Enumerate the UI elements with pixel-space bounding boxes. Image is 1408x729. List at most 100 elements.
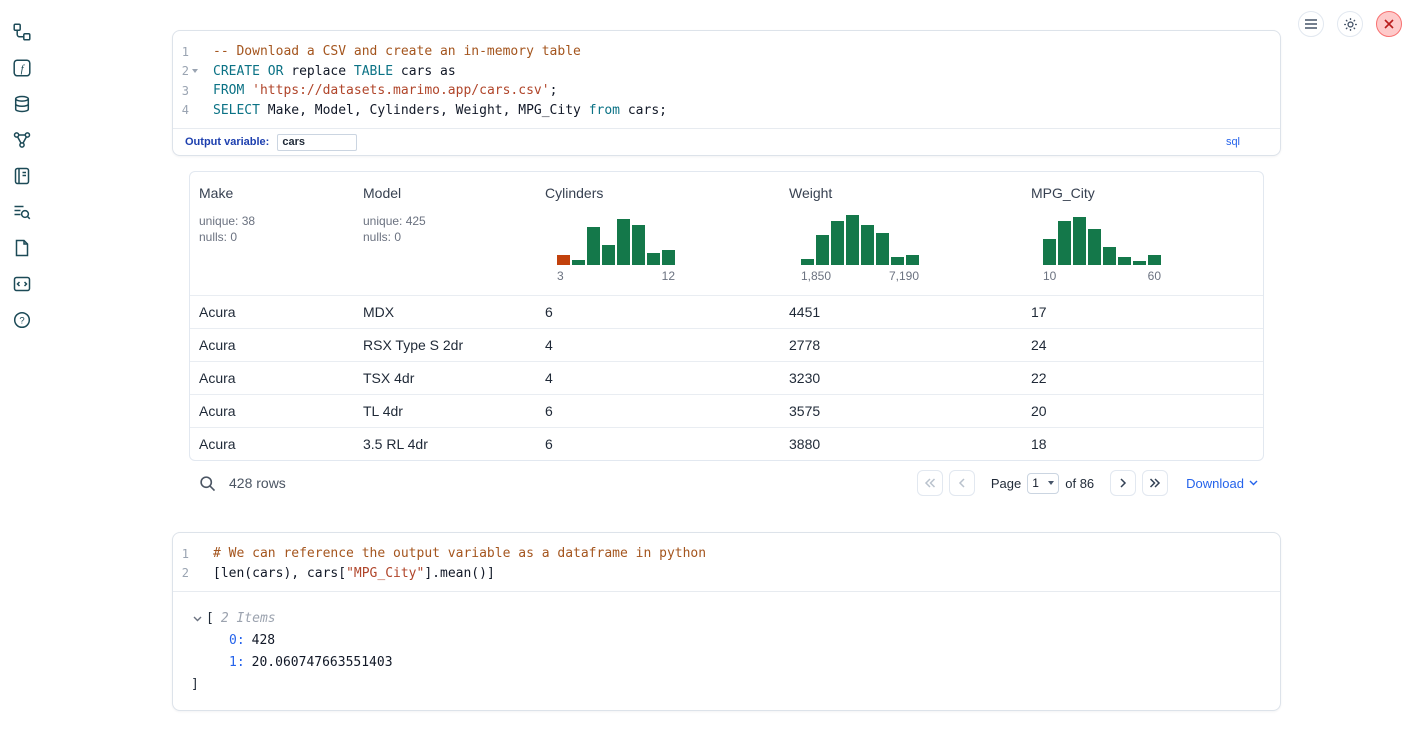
logs-icon[interactable] [12,202,32,222]
table-cell: Acura [190,395,354,427]
items-count: 2 Items [221,608,276,630]
histogram-bar[interactable] [617,219,630,265]
code-line[interactable]: 2CREATE OR replace TABLE cars as [173,62,1280,82]
code-line[interactable]: 3FROM 'https://datasets.marimo.app/cars.… [173,81,1280,101]
tree-entry: 0:428 [173,630,1280,652]
histogram-bar[interactable] [1043,239,1056,265]
column-header-mpg-city[interactable]: MPG_City 10 60 [1022,185,1263,283]
column-name: Cylinders [545,185,780,205]
table-row[interactable]: Acura3.5 RL 4dr6388018 [190,427,1263,460]
data-table: Make unique: 38 nulls: 0 Model unique: 4… [189,171,1264,461]
table-cell: Acura [190,329,354,361]
gear-icon [1343,17,1358,32]
first-page-button[interactable] [917,470,943,496]
sql-output: Make unique: 38 nulls: 0 Model unique: 4… [189,171,1264,505]
code-panel-icon[interactable] [12,274,32,294]
line-number: 3 [173,84,189,98]
output-variable-input[interactable] [277,134,357,151]
file-tree-icon[interactable] [12,22,32,42]
column-header-model[interactable]: Model unique: 425 nulls: 0 [354,185,536,283]
histogram-bar[interactable] [557,255,570,265]
histogram-bar[interactable] [587,227,600,265]
histogram-bar[interactable] [1058,221,1071,265]
histogram-bar[interactable] [876,233,889,265]
code-line[interactable]: 1# We can reference the output variable … [173,544,1280,564]
table-cell: 3.5 RL 4dr [354,428,536,460]
download-button[interactable]: Download [1186,476,1258,491]
documentation-icon[interactable] [12,166,32,186]
download-label: Download [1186,476,1244,491]
page-select[interactable]: 1 [1027,473,1059,494]
code-line[interactable]: 1-- Download a CSV and create an in-memo… [173,42,1280,62]
snippets-icon[interactable] [12,238,32,258]
sql-code-editor[interactable]: 1-- Download a CSV and create an in-memo… [173,31,1280,128]
column-header-make[interactable]: Make unique: 38 nulls: 0 [190,185,354,283]
collapse-toggle[interactable] [193,616,202,622]
histogram-bars [801,213,919,265]
prev-page-button[interactable] [949,470,975,496]
code-line[interactable]: 4SELECT Make, Model, Cylinders, Weight, … [173,101,1280,121]
histogram-bar[interactable] [831,221,844,265]
table-cell: Acura [190,428,354,460]
code-token: ].mean()] [424,566,494,581]
histogram-bar[interactable] [891,257,904,265]
histogram-bar[interactable] [1103,247,1116,265]
histogram-bar[interactable] [816,235,829,265]
table-cell: Acura [190,362,354,394]
histogram-bar[interactable] [1073,217,1086,265]
histogram-bar[interactable] [801,259,814,265]
topbar [1298,11,1402,37]
histogram-bar[interactable] [861,225,874,265]
histogram-bar[interactable] [906,255,919,265]
chevron-right-icon [1119,478,1127,488]
histogram-bar[interactable] [662,250,675,265]
menu-button[interactable] [1298,11,1324,37]
histogram-bar[interactable] [647,253,660,265]
settings-button[interactable] [1337,11,1363,37]
last-page-button[interactable] [1142,470,1168,496]
close-button[interactable] [1376,11,1402,37]
histogram-bar[interactable] [632,225,645,265]
histogram-bar[interactable] [572,260,585,265]
histogram-bar[interactable] [1118,257,1131,265]
histogram-bar[interactable] [846,215,859,265]
table-row[interactable]: AcuraTSX 4dr4323022 [190,361,1263,394]
open-bracket: [ [206,608,214,630]
line-number: 1 [173,45,189,59]
code-token: from [589,103,620,118]
histogram-bar[interactable] [1133,261,1146,265]
next-page-button[interactable] [1110,470,1136,496]
chevron-left-icon [958,478,966,488]
table-row[interactable]: AcuraMDX6445117 [190,295,1263,328]
code-line[interactable]: 2[len(cars), cars["MPG_City"].mean()] [173,564,1280,584]
table-cell: 6 [536,428,780,460]
column-name: Weight [789,185,1022,205]
table-row[interactable]: AcuraTL 4dr6357520 [190,394,1263,427]
scratchpad-icon[interactable]: f [12,58,32,78]
histogram-bar[interactable] [1088,229,1101,265]
code-token: # We can reference the output variable a… [213,546,706,561]
search-icon[interactable] [199,475,216,492]
language-badge: sql [1226,136,1240,148]
table-row[interactable]: AcuraRSX Type S 2dr4277824 [190,328,1263,361]
cylinders-histogram: 3 12 [557,213,675,283]
histogram-bar[interactable] [602,245,615,265]
tree-entry-key: 0: [229,630,245,652]
table-cell: 3575 [780,395,1022,427]
table-body: AcuraMDX6445117AcuraRSX Type S 2dr427782… [190,295,1263,460]
page-total: of 86 [1065,476,1094,491]
help-icon[interactable]: ? [12,310,32,330]
histogram-bar[interactable] [1148,255,1161,265]
chevron-down-icon [193,616,202,622]
tree-root-row: [ 2 Items [173,608,1280,630]
close-icon [1384,19,1394,29]
column-header-cylinders[interactable]: Cylinders 3 12 [536,185,780,283]
dependency-graph-icon[interactable] [12,130,32,150]
column-header-weight[interactable]: Weight 1,850 7,190 [780,185,1022,283]
column-name: Model [363,185,536,205]
line-number: 2 [173,64,189,78]
output-variable-label: Output variable: [185,136,269,148]
histogram-bars [1043,213,1161,265]
python-code-editor[interactable]: 1# We can reference the output variable … [173,533,1280,591]
datasources-icon[interactable] [12,94,32,114]
